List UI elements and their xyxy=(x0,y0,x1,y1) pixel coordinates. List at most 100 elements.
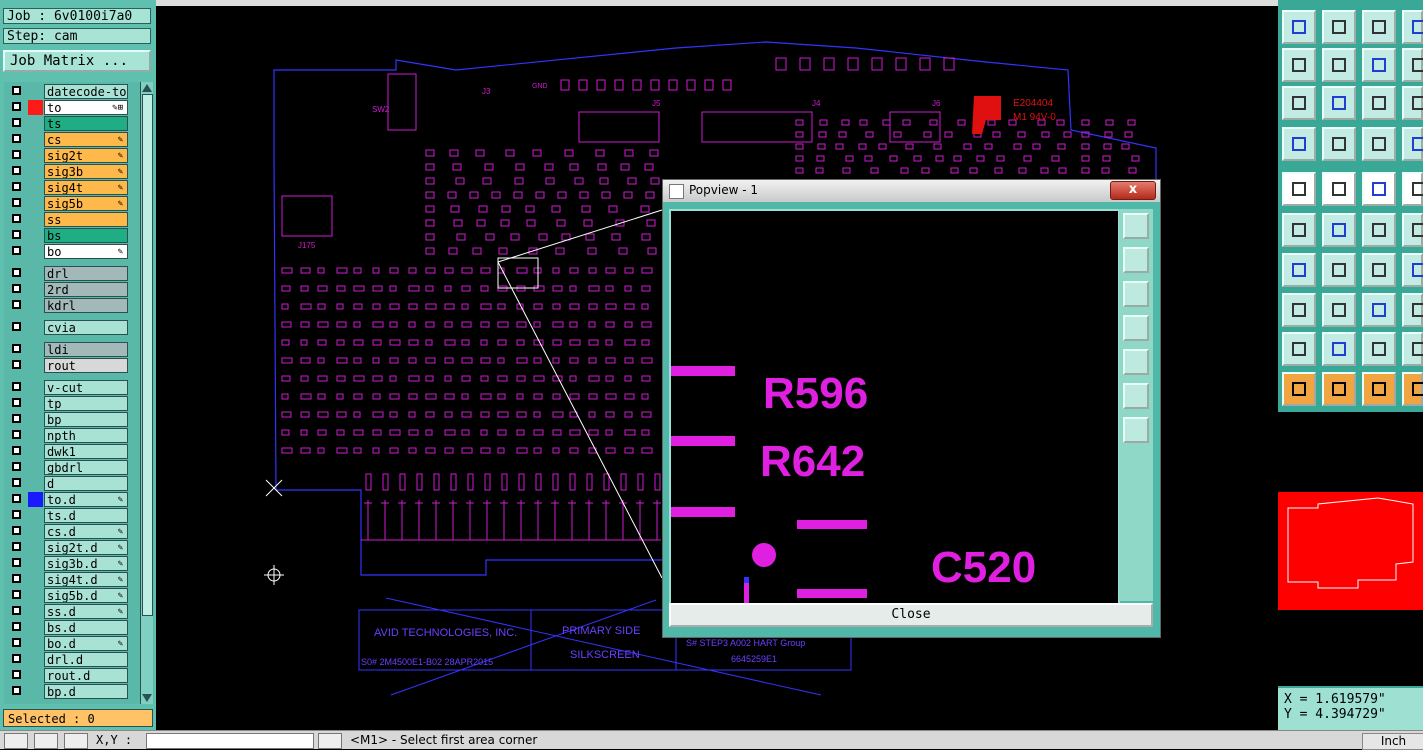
layer-row-35[interactable]: rout.d xyxy=(8,668,130,683)
layer-row-23[interactable]: d xyxy=(8,476,130,491)
layer-row-10[interactable]: bo ✎ xyxy=(8,244,130,259)
layer-name[interactable]: ts xyxy=(44,116,128,131)
triangle-outline-icon[interactable] xyxy=(1402,332,1423,366)
layer-checkbox[interactable] xyxy=(12,284,21,293)
layer-checkbox[interactable] xyxy=(12,430,21,439)
layer-checkbox[interactable] xyxy=(12,246,21,255)
layer-checkbox[interactable] xyxy=(12,182,21,191)
layer-checkbox[interactable] xyxy=(12,414,21,423)
job-matrix-button[interactable]: Job Matrix ... xyxy=(3,50,151,72)
layer-name[interactable]: sig4t ✎ xyxy=(44,180,128,195)
popview-canvas[interactable]: R596 R642 C520 xyxy=(669,209,1120,605)
popview-layer-up-icon[interactable] xyxy=(1123,247,1149,273)
layer-checkbox[interactable] xyxy=(12,398,21,407)
layer-name[interactable]: bp.d xyxy=(44,684,128,699)
layer-row-24[interactable]: to.d ✎ xyxy=(8,492,130,507)
layer-row-19[interactable]: bp xyxy=(8,412,130,427)
layer-checkbox[interactable] xyxy=(12,494,21,503)
layer-name[interactable]: rout.d xyxy=(44,668,128,683)
layer-checkbox[interactable] xyxy=(12,150,21,159)
layer-row-9[interactable]: bs xyxy=(8,228,130,243)
popview-close-x-button[interactable]: x xyxy=(1110,181,1156,200)
layer-name[interactable]: to.d ✎ xyxy=(44,492,128,507)
layer-checkbox[interactable] xyxy=(12,590,21,599)
layer-name[interactable]: ldi xyxy=(44,342,128,357)
layer-name[interactable]: datecode-to xyxy=(44,84,128,99)
layer-row-11[interactable]: drl xyxy=(8,266,130,281)
layer-row-36[interactable]: bp.d xyxy=(8,684,130,699)
layer-checkbox[interactable] xyxy=(12,526,21,535)
status-lock-icon[interactable] xyxy=(318,733,342,749)
popview-layer-down-icon[interactable] xyxy=(1123,281,1149,307)
layer-row-17[interactable]: v-cut xyxy=(8,380,130,395)
zoom-previous-icon[interactable] xyxy=(1282,48,1316,82)
layer-name[interactable]: gbdrl xyxy=(44,460,128,475)
layer-name[interactable]: tp xyxy=(44,396,128,411)
layer-row-12[interactable]: 2rd xyxy=(8,282,130,297)
popview-zoom-fit-icon[interactable] xyxy=(1123,383,1149,409)
layer-name[interactable]: to ✎⊞ xyxy=(44,100,128,115)
popview-zoom-next-icon[interactable] xyxy=(1123,349,1149,375)
layer-checkbox[interactable] xyxy=(12,344,21,353)
layer-name[interactable]: cvia xyxy=(44,320,128,335)
angle-icon[interactable] xyxy=(1282,253,1316,287)
layer-row-28[interactable]: sig3b.d ✎ xyxy=(8,556,130,571)
layer-checkbox[interactable] xyxy=(12,118,21,127)
network-icon[interactable] xyxy=(1282,213,1316,247)
popview-zoom-center-icon[interactable] xyxy=(1123,417,1149,443)
layer-row-2[interactable]: ts xyxy=(8,116,130,131)
layer-row-27[interactable]: sig2t.d ✎ xyxy=(8,540,130,555)
layer-checkbox[interactable] xyxy=(12,230,21,239)
circle-icon[interactable] xyxy=(1402,172,1423,206)
layer-checkbox[interactable] xyxy=(12,574,21,583)
layer-name[interactable]: sig3b.d ✎ xyxy=(44,556,128,571)
connect-icon[interactable] xyxy=(1362,213,1396,247)
layer-name[interactable]: drl.d xyxy=(44,652,128,667)
zoom-one-to-one-icon[interactable] xyxy=(1362,86,1396,120)
layer-row-5[interactable]: sig3b ✎ xyxy=(8,164,130,179)
layer-row-7[interactable]: sig5b ✎ xyxy=(8,196,130,211)
layer-name[interactable]: ts.d xyxy=(44,508,128,523)
layer-name[interactable]: bs.d xyxy=(44,620,128,635)
layer-row-20[interactable]: npth xyxy=(8,428,130,443)
bracket-icon[interactable] xyxy=(1402,253,1423,287)
layer-name[interactable]: drl xyxy=(44,266,128,281)
layer-row-3[interactable]: cs ✎ xyxy=(8,132,130,147)
layer-name[interactable]: sig2t.d ✎ xyxy=(44,540,128,555)
zoom-fit-icon[interactable] xyxy=(1282,86,1316,120)
triangle-filled-icon[interactable] xyxy=(1362,332,1396,366)
layer-name[interactable]: sig5b.d ✎ xyxy=(44,588,128,603)
layer-checkbox[interactable] xyxy=(12,638,21,647)
xy-input[interactable] xyxy=(146,733,314,749)
layer-checkbox[interactable] xyxy=(12,622,21,631)
layer-name[interactable]: sig2t ✎ xyxy=(44,148,128,163)
zoom-center-icon[interactable] xyxy=(1322,86,1356,120)
popview-titlebar[interactable]: Popview - 1 x xyxy=(663,180,1160,202)
snap-icon[interactable] xyxy=(1362,127,1396,161)
layer-name[interactable]: cs ✎ xyxy=(44,132,128,147)
layer-up-icon[interactable] xyxy=(1282,10,1316,44)
ruler-icon[interactable] xyxy=(1362,172,1396,206)
help-icon[interactable] xyxy=(1402,10,1423,44)
layer-checkbox[interactable] xyxy=(12,198,21,207)
layer-checkbox[interactable] xyxy=(12,670,21,679)
layer-row-31[interactable]: ss.d ✎ xyxy=(8,604,130,619)
popview-zoom-previous-icon[interactable] xyxy=(1123,315,1149,341)
layer-row-34[interactable]: drl.d xyxy=(8,652,130,667)
home-icon[interactable] xyxy=(1362,10,1396,44)
layer-checkbox[interactable] xyxy=(12,322,21,331)
layer-row-16[interactable]: rout xyxy=(8,358,130,373)
unit-button[interactable]: Inch xyxy=(1362,733,1423,750)
layer-row-22[interactable]: gbdrl xyxy=(8,460,130,475)
scroll-up-icon[interactable] xyxy=(142,84,152,92)
layer-row-14[interactable]: cvia xyxy=(8,320,130,335)
pointer-box-icon[interactable] xyxy=(1322,372,1356,406)
layer-row-0[interactable]: datecode-to xyxy=(8,84,130,99)
layer-row-8[interactable]: ss xyxy=(8,212,130,227)
layer-row-32[interactable]: bs.d xyxy=(8,620,130,635)
layer-row-26[interactable]: cs.d ✎ xyxy=(8,524,130,539)
pointer-alt-icon[interactable] xyxy=(1362,372,1396,406)
grid-icon[interactable] xyxy=(1322,127,1356,161)
layer-down-icon[interactable] xyxy=(1322,10,1356,44)
layer-name[interactable]: sig3b ✎ xyxy=(44,164,128,179)
